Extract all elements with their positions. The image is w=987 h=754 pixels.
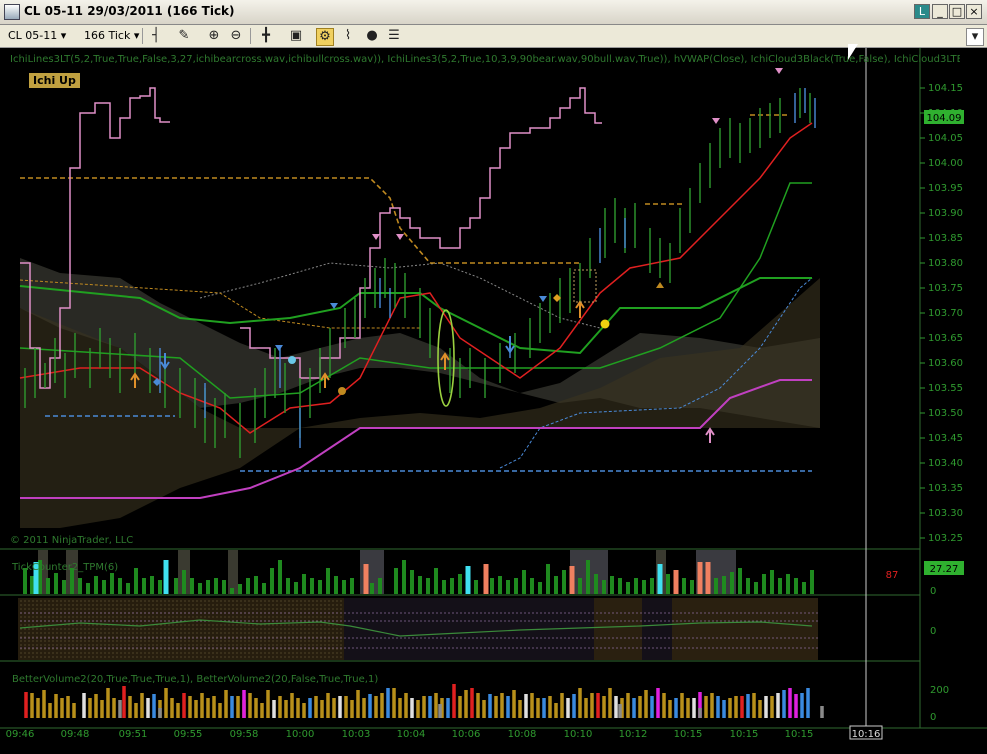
price-axis-label: 104.15 <box>928 83 963 94</box>
chevron-down-icon: ▾ <box>133 29 140 42</box>
cursor-time-label: 10:16 <box>852 729 881 740</box>
price-axis-label: 103.25 <box>928 533 963 544</box>
time-axis-label: 09:55 <box>174 729 203 740</box>
price-axis: 104.15104.10104.05104.00103.95103.90103.… <box>928 83 963 544</box>
time-axis-label: 10:00 <box>286 729 315 740</box>
chevron-down-icon: ▾ <box>60 29 67 42</box>
chart-area[interactable]: 104.15104.10104.05104.00103.95103.90103.… <box>0 48 987 750</box>
time-axis-label: 10:12 <box>619 729 648 740</box>
maximize-button[interactable]: □ <box>949 4 965 19</box>
signal-badge: Ichi Up <box>29 73 80 88</box>
better-volume-panel <box>24 684 824 718</box>
instrument-selector[interactable]: CL 05-11 ▾ <box>8 27 66 45</box>
window-title: CL 05-11 29/03/2011 (166 Tick) <box>24 4 235 18</box>
indicator-icon[interactable]: ⌇ <box>340 28 356 44</box>
price-axis-label: 103.50 <box>928 408 963 419</box>
link-button[interactable]: L <box>914 4 930 19</box>
app-icon <box>4 4 20 20</box>
better-volume-label: BetterVolume2(20,True,True,True,1), Bett… <box>12 674 379 685</box>
instrument-label: CL 05-11 <box>8 29 58 42</box>
price-axis-label: 103.35 <box>928 483 963 494</box>
time-axis-label: 09:46 <box>6 729 35 740</box>
time-axis-label: 09:51 <box>119 729 148 740</box>
price-axis-label: 103.95 <box>928 183 963 194</box>
price-axis-label: 103.70 <box>928 308 963 319</box>
price-axis-label: 103.40 <box>928 458 963 469</box>
volume-axis-zero: 0 <box>930 712 936 723</box>
zoom-out-icon[interactable]: ⊖ <box>228 28 244 44</box>
price-axis-label: 103.75 <box>928 283 963 294</box>
chart-toolbar: CL 05-11 ▾ 166 Tick ▾ ┤ ✎ ⊕ ⊖ ╋ ▣ ⚙ ⌇ ● … <box>0 25 987 48</box>
title-bar: CL 05-11 29/03/2011 (166 Tick) L _ □ × <box>0 0 987 25</box>
axis-ticks <box>920 87 925 539</box>
time-axis-label: 10:04 <box>397 729 426 740</box>
indicator-header: IchiLines3LT(5,2,True,True,False,3,27,ic… <box>10 54 960 65</box>
price-axis-label: 103.90 <box>928 208 963 219</box>
tick-axis-zero: 0 <box>930 586 936 597</box>
drawing-tool-icon[interactable]: ✎ <box>176 28 192 44</box>
mouse-cursor-icon <box>848 44 858 60</box>
last-price-label: 104.09 <box>927 113 962 124</box>
close-button[interactable]: × <box>966 4 982 19</box>
strategy-icon[interactable]: ⚙ <box>316 28 334 46</box>
price-axis-label: 103.65 <box>928 333 963 344</box>
price-axis-label: 103.85 <box>928 233 963 244</box>
tick-red-value: 87 <box>886 570 899 581</box>
price-axis-label: 103.80 <box>928 258 963 269</box>
time-axis-label: 09:48 <box>61 729 90 740</box>
data-box-icon[interactable]: ● <box>364 28 380 44</box>
time-axis-label: 10:15 <box>785 729 814 740</box>
bar-style-icon[interactable]: ┤ <box>148 28 164 44</box>
time-axis-label: 10:15 <box>674 729 703 740</box>
price-axis-label: 104.00 <box>928 158 963 169</box>
oscillator-panel <box>18 598 818 660</box>
interval-label: 166 Tick <box>84 29 131 42</box>
interval-selector[interactable]: 166 Tick ▾ <box>84 27 139 45</box>
list-icon[interactable]: ☰ <box>386 28 402 44</box>
time-axis-label: 09:58 <box>230 729 259 740</box>
price-axis-label: 103.30 <box>928 508 963 519</box>
zoom-in-icon[interactable]: ⊕ <box>206 28 222 44</box>
time-axis-label: 10:06 <box>452 729 481 740</box>
minimize-button[interactable]: _ <box>932 4 948 19</box>
time-axis: 09:46 09:48 09:51 09:55 09:58 10:00 10:03 10:04… <box>6 729 814 740</box>
price-axis-label: 103.60 <box>928 358 963 369</box>
crosshair-icon[interactable]: ╋ <box>258 28 274 44</box>
price-axis-label: 104.05 <box>928 133 963 144</box>
tick-value-label: 27.27 <box>930 564 959 575</box>
time-axis-label: 10:08 <box>508 729 537 740</box>
oscillator-axis-zero: 0 <box>930 626 936 637</box>
tick-counter-panel <box>23 550 814 594</box>
price-chart[interactable]: 104.15104.10104.05104.00103.95103.90103.… <box>0 48 987 750</box>
time-axis-label: 10:10 <box>564 729 593 740</box>
time-axis-label: 10:03 <box>342 729 371 740</box>
dropdown-arrow-icon[interactable]: ▾ <box>966 28 984 46</box>
copyright-label: © 2011 NinjaTrader, LLC <box>10 535 134 546</box>
volume-axis-200: 200 <box>930 685 949 696</box>
tick-counter-label: TickCounter2_TPM(6) <box>12 562 119 573</box>
price-axis-label: 103.55 <box>928 383 963 394</box>
time-axis-label: 10:15 <box>730 729 759 740</box>
price-axis-label: 103.45 <box>928 433 963 444</box>
properties-icon[interactable]: ▣ <box>288 28 304 44</box>
